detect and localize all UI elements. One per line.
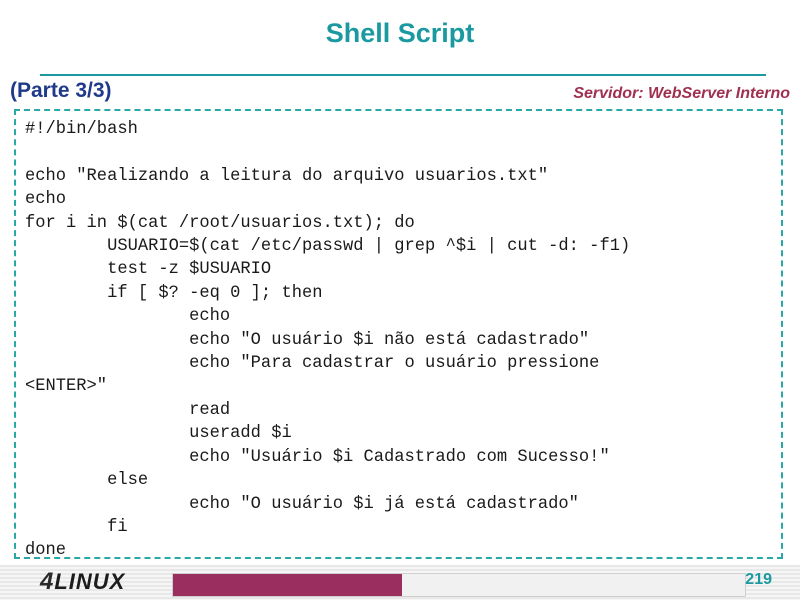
code-block: #!/bin/bash echo "Realizando a leitura d…	[14, 109, 783, 559]
slide-title: Shell Script	[325, 18, 475, 48]
brand-logo: 4 LINUX	[40, 568, 150, 595]
server-label: Servidor: WebServer Interno	[573, 85, 790, 102]
title-divider	[40, 74, 766, 76]
progress-bar-fill	[173, 574, 402, 596]
part-label: (Parte 3/3)	[10, 79, 112, 102]
code-text: #!/bin/bash echo "Realizando a leitura d…	[25, 120, 631, 559]
logo-number: 4	[40, 568, 55, 595]
progress-bar	[172, 573, 746, 597]
footer-bar: 4 LINUX 219	[0, 565, 800, 600]
page-number: 219	[745, 571, 772, 588]
logo-text: LINUX	[54, 569, 126, 594]
